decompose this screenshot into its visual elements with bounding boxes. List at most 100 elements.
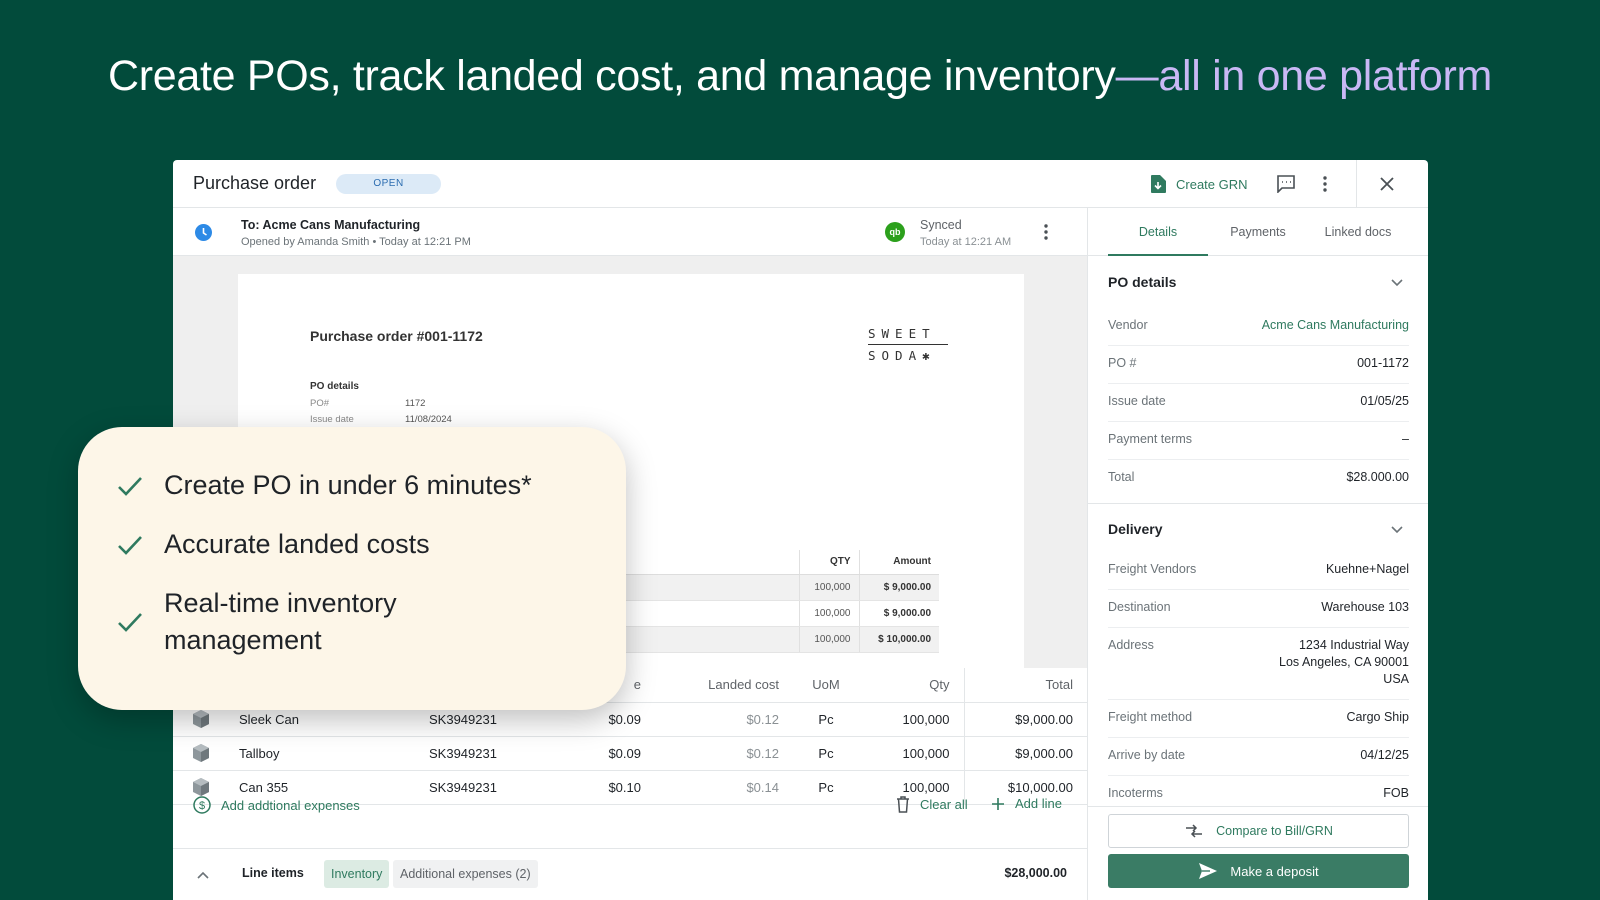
add-expenses-label: Add addtional expenses (221, 797, 360, 813)
create-grn-button[interactable]: Create GRN (1150, 172, 1248, 196)
more-options-button[interactable] (1313, 172, 1337, 196)
document-field-label: Issue date (310, 414, 354, 425)
headline-main: Create POs, track landed cost, and manag… (107, 52, 1116, 100)
send-icon (1199, 863, 1218, 879)
po-details-toggle[interactable] (1388, 274, 1406, 292)
document-po-details-label: PO details (310, 381, 359, 392)
tab-linked-docs[interactable]: Linked docs (1308, 208, 1408, 256)
document-qty-header: QTY (798, 550, 859, 575)
tab-inventory[interactable]: Inventory (324, 860, 390, 888)
document-amount-header: Amount (858, 550, 939, 575)
window-topbar: Purchase order OPEN Create GRN (173, 160, 1428, 208)
line-items-actions: $ Add addtional expenses Clear all Add l… (173, 788, 1087, 824)
detail-row-freight-method: Freight method Cargo Ship (1108, 700, 1409, 738)
activity-more-button[interactable] (1035, 221, 1057, 243)
item-total: $9,000.00 (963, 736, 1087, 771)
document-field-value: 11/08/2024 (405, 414, 452, 425)
vendor-link[interactable]: Acme Cans Manufacturing (1262, 318, 1409, 332)
check-icon (118, 613, 142, 632)
detail-row-vendor: Vendor Acme Cans Manufacturing (1108, 308, 1409, 346)
add-line-label: Add line (1015, 796, 1062, 811)
detail-row-destination: Destination Warehouse 103 (1108, 590, 1409, 628)
feature-item: Create PO in under 6 minutes* (116, 467, 584, 504)
sync-time: Today at 12:21 AM (920, 236, 1012, 248)
landed-cost-header: Landed cost (655, 668, 793, 703)
tab-additional-expenses[interactable]: Additional expenses (2) (393, 860, 538, 888)
check-icon (118, 535, 142, 555)
opened-by-text: Opened by Amanda Smith • Today at 12:21 … (241, 236, 471, 248)
product-cube-icon (193, 710, 209, 728)
detail-row-payment-terms: Payment terms – (1108, 422, 1409, 460)
item-price[interactable]: $0.09 (555, 736, 655, 771)
item-qty[interactable]: 100,000 (859, 736, 964, 771)
item-landed-cost: $0.12 (655, 736, 793, 771)
marketing-headline: Create POs, track landed cost, and manag… (0, 52, 1600, 101)
uom-header: UoM (793, 668, 859, 703)
delivery-title: Delivery (1108, 521, 1163, 537)
item-qty[interactable]: 100,000 (859, 702, 964, 737)
document-download-icon (1151, 175, 1166, 193)
feature-item: Accurate landed costs (116, 526, 584, 563)
quickbooks-icon: qb (885, 222, 905, 242)
close-icon (1380, 177, 1394, 191)
delivery-toggle[interactable] (1388, 521, 1406, 539)
recipient-text: To: Acme Cans Manufacturing (241, 218, 421, 232)
detail-row-arrive-by: Arrive by date 04/12/25 (1108, 738, 1409, 776)
sweet-soda-logo: SWEET SODA✱ (868, 326, 948, 364)
item-sku: SK3949231 (415, 736, 555, 771)
detail-row-po-number: PO # 001-1172 (1108, 346, 1409, 384)
chevron-up-icon (197, 871, 209, 879)
detail-row-address: Address 1234 Industrial Way Los Angeles,… (1108, 628, 1409, 700)
trash-icon (897, 796, 909, 813)
compare-label: Compare to Bill/GRN (1216, 824, 1333, 838)
headline-accent: —all in one platform (1115, 52, 1493, 100)
item-total: $9,000.00 (963, 702, 1087, 737)
close-button[interactable] (1375, 172, 1399, 196)
item-uom[interactable]: Pc (793, 736, 859, 771)
item-uom[interactable]: Pc (793, 702, 859, 737)
plus-icon (992, 797, 1004, 810)
document-field-label: PO# (310, 398, 330, 409)
section-divider (1088, 806, 1428, 807)
add-expenses-button[interactable]: $ Add addtional expenses (193, 796, 360, 814)
detail-row-issue-date: Issue date 01/05/25 (1108, 384, 1409, 422)
clear-all-button[interactable]: Clear all (896, 796, 968, 813)
check-icon (118, 476, 142, 496)
status-badge: OPEN (336, 174, 441, 194)
kebab-menu-icon (1323, 176, 1327, 192)
activity-bar: To: Acme Cans Manufacturing Opened by Am… (173, 208, 1087, 256)
tab-payments[interactable]: Payments (1208, 208, 1308, 256)
add-line-button[interactable]: Add line (991, 796, 1062, 811)
detail-row-total: Total $28.000.00 (1108, 470, 1409, 484)
line-item-row[interactable]: Tallboy SK3949231 $0.09 $0.12 Pc 100,000… (173, 736, 1087, 771)
document-title: Purchase order #001-1172 (310, 328, 483, 344)
window-title: Purchase order (193, 173, 317, 193)
feature-callout: Create PO in under 6 minutes* Accurate l… (78, 427, 626, 710)
po-details-title: PO details (1108, 274, 1177, 290)
dollar-circle-icon: $ (193, 796, 211, 814)
detail-row-incoterms: Incoterms FOB (1108, 786, 1409, 800)
feature-item: Real-time inventory management (116, 585, 464, 659)
compare-button[interactable]: Compare to Bill/GRN (1108, 814, 1409, 848)
tab-details[interactable]: Details (1108, 208, 1208, 256)
detail-row-freight-vendors: Freight Vendors Kuehne+Nagel (1108, 552, 1409, 590)
line-items-label: Line items (242, 866, 304, 880)
summary-footer: Line items Inventory Additional expenses… (173, 848, 1087, 900)
comment-icon (1277, 175, 1295, 193)
document-field-value: 1172 (405, 398, 426, 409)
deposit-label: Make a deposit (1230, 863, 1319, 879)
create-grn-label: Create GRN (1176, 176, 1248, 192)
chevron-down-icon (1391, 279, 1403, 287)
product-cube-icon (193, 744, 209, 762)
section-divider (1088, 503, 1428, 504)
comment-button[interactable] (1274, 172, 1298, 196)
collapse-button[interactable] (193, 865, 213, 885)
total-header: Total (963, 668, 1087, 703)
topbar-divider (1356, 160, 1357, 208)
grand-total: $28,000.00 (1004, 866, 1067, 880)
sync-status: Synced (920, 218, 962, 232)
make-deposit-button[interactable]: Make a deposit (1108, 854, 1409, 888)
details-sidebar: Details Payments Linked docs PO details … (1087, 208, 1428, 900)
item-name: Tallboy (225, 736, 415, 771)
qty-header: Qty (859, 668, 964, 703)
